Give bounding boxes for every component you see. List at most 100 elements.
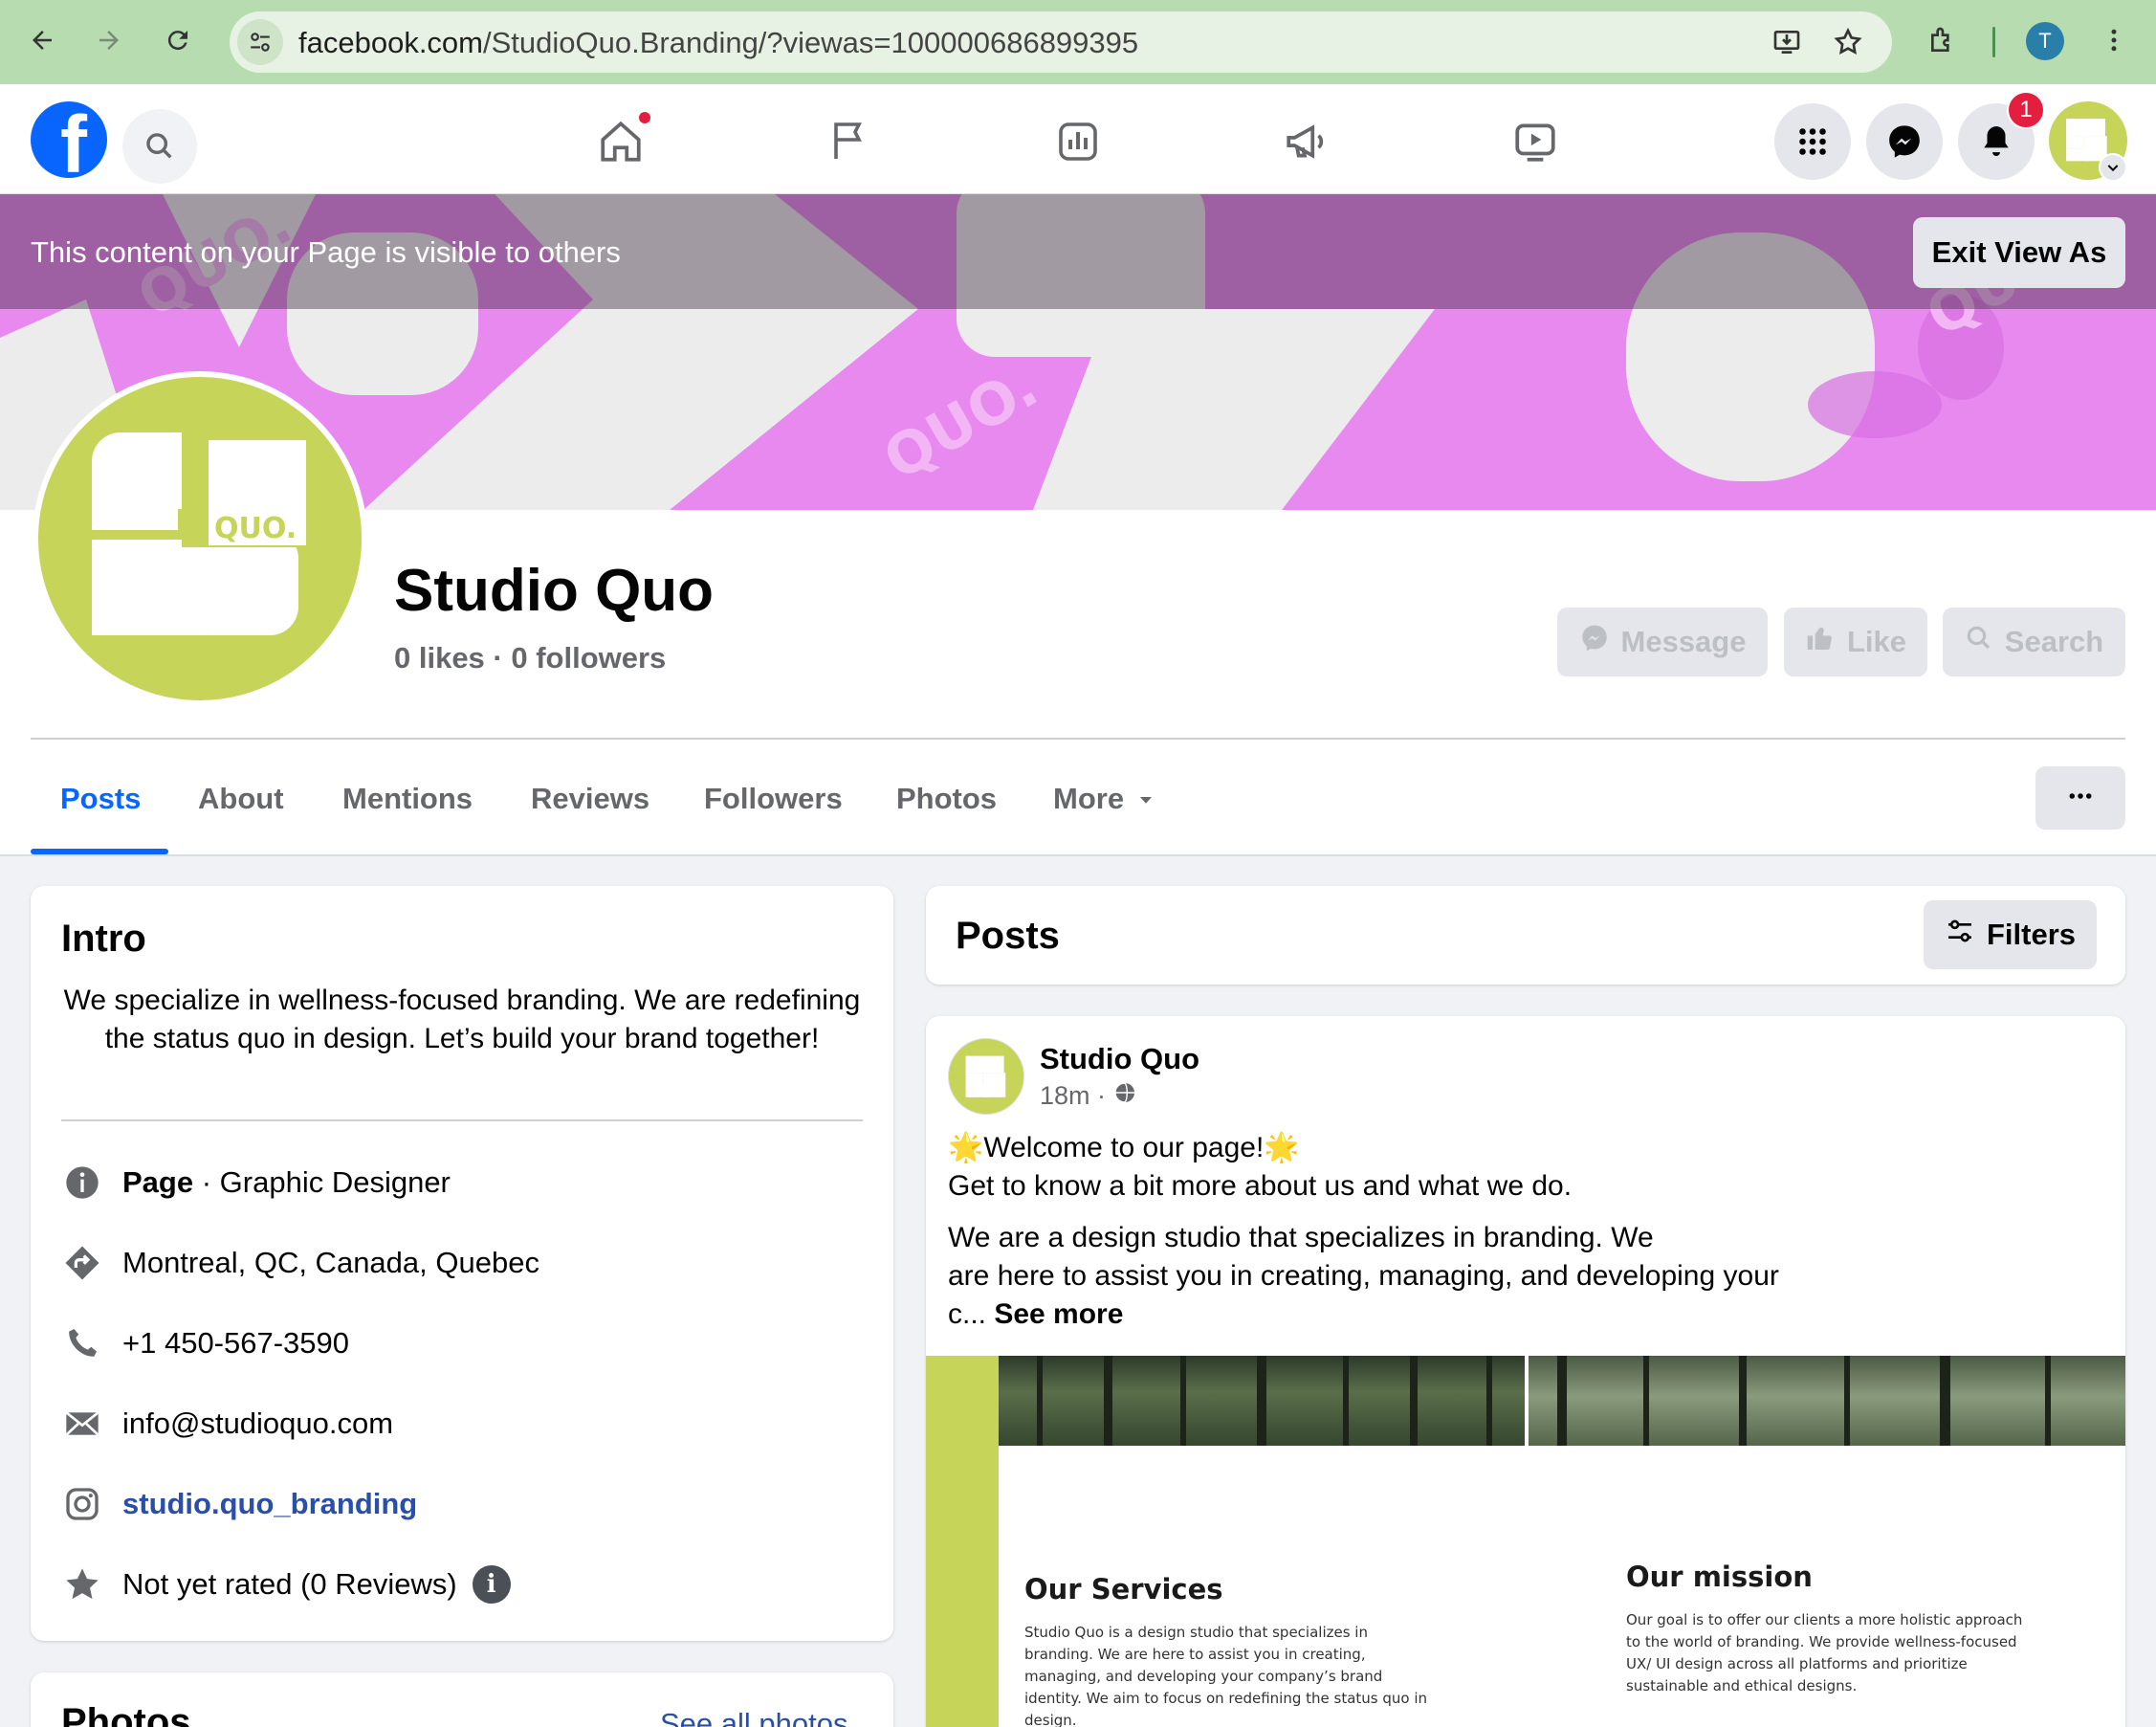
rating-info-icon[interactable]: i xyxy=(472,1565,511,1604)
location-text[interactable]: Montreal, QC, Canada, Quebec xyxy=(122,1246,539,1280)
globe-icon xyxy=(1113,1081,1136,1111)
posts-header-card: Posts Filters xyxy=(926,886,2125,985)
likes-followers-count[interactable]: 0 likes · 0 followers xyxy=(394,641,666,675)
facebook-top-nav: f 1 xyxy=(0,84,2156,194)
post-image-brand-strip xyxy=(926,1356,999,1727)
see-more-link[interactable]: See more xyxy=(994,1298,1123,1330)
insights-chart-icon[interactable] xyxy=(1049,113,1107,170)
address-bar[interactable]: facebook.com/StudioQuo.Branding/?viewas=… xyxy=(230,11,1892,73)
profile-picture[interactable]: QUO. xyxy=(33,371,367,706)
intro-bio: We specialize in wellness-focused brandi… xyxy=(63,985,861,1054)
post-card: Studio Quo 18m · 🌟Welcome to our page!🌟 … xyxy=(926,1016,2125,1727)
message-button[interactable]: Message xyxy=(1557,608,1768,676)
post-body-b: are here to assist you in creating, mana… xyxy=(948,1260,1779,1292)
post-text: 🌟Welcome to our page!🌟 Get to know a bit… xyxy=(948,1129,2096,1334)
directions-icon xyxy=(61,1242,103,1284)
search-icon xyxy=(1965,624,1993,660)
caret-down-icon xyxy=(1137,782,1155,816)
account-menu-chevron-icon[interactable] xyxy=(2099,153,2127,182)
home-notification-dot xyxy=(637,110,652,125)
info-icon xyxy=(61,1162,103,1204)
site-settings-icon[interactable] xyxy=(237,19,283,65)
star-icon xyxy=(61,1563,103,1605)
facebook-logo-icon[interactable]: f xyxy=(31,101,107,178)
category-type: Page xyxy=(122,1165,194,1199)
browser-menu-icon[interactable] xyxy=(2089,15,2139,65)
page-title: Studio Quo xyxy=(394,558,715,624)
like-button-label: Like xyxy=(1846,625,1907,658)
megaphone-icon[interactable] xyxy=(1278,113,1335,170)
intro-instagram-row: studio.quo_branding xyxy=(61,1475,863,1533)
tab-reviews[interactable]: Reviews xyxy=(531,782,649,816)
view-as-message: This content on your Page is visible to … xyxy=(31,235,621,269)
search-page-button[interactable]: Search xyxy=(1943,608,2125,676)
filters-button[interactable]: Filters xyxy=(1924,900,2097,969)
phone-icon xyxy=(61,1322,103,1364)
forest-photo-left xyxy=(999,1356,1525,1446)
mission-body: Our goal is to offer our clients a more … xyxy=(1626,1611,2023,1694)
intro-phone-row: +1 450-567-3590 xyxy=(61,1315,863,1372)
header-bottom-border xyxy=(0,854,2156,856)
search-button-label: Search xyxy=(2004,625,2104,658)
forest-photo-right xyxy=(1529,1356,2125,1446)
browser-profile-avatar[interactable]: T xyxy=(2026,22,2064,60)
intro-title: Intro xyxy=(61,918,146,960)
extensions-icon[interactable] xyxy=(1918,15,1968,65)
install-app-icon[interactable] xyxy=(1766,21,1808,63)
photos-card: Photos See all photos xyxy=(31,1672,893,1727)
intro-category-row: Page · Graphic Designer xyxy=(61,1154,863,1211)
tab-about[interactable]: About xyxy=(198,782,284,816)
see-all-photos-link[interactable]: See all photos xyxy=(660,1707,847,1727)
intro-rating-row: Not yet rated (0 Reviews) i xyxy=(61,1556,863,1613)
instagram-link[interactable]: studio.quo_branding xyxy=(122,1487,417,1521)
posts-title: Posts xyxy=(956,915,1060,957)
post-author-name[interactable]: Studio Quo xyxy=(1040,1042,1199,1076)
messenger-icon xyxy=(1579,623,1610,661)
post-body-a: We are a design studio that specializes … xyxy=(948,1222,1654,1253)
browser-toolbar: facebook.com/StudioQuo.Branding/?viewas=… xyxy=(0,0,2156,84)
post-body-c: c... xyxy=(948,1298,995,1330)
reload-icon[interactable] xyxy=(153,15,203,65)
message-button-label: Message xyxy=(1620,625,1747,658)
url-text: facebook.com/StudioQuo.Branding/?viewas=… xyxy=(298,26,1139,59)
video-icon[interactable] xyxy=(1507,113,1564,170)
tab-posts[interactable]: Posts xyxy=(60,782,141,816)
category-name: · Graphic Designer xyxy=(193,1165,451,1199)
messenger-icon[interactable] xyxy=(1866,103,1943,180)
instagram-icon xyxy=(61,1483,103,1525)
exit-view-as-button[interactable]: Exit View As xyxy=(1913,217,2125,288)
tab-more[interactable]: More xyxy=(1053,782,1155,816)
photos-title: Photos xyxy=(61,1701,191,1727)
post-line-1: 🌟Welcome to our page!🌟 xyxy=(948,1132,1300,1163)
post-line-2: Get to know a bit more about us and what… xyxy=(948,1170,1573,1202)
phone-text[interactable]: +1 450-567-3590 xyxy=(122,1326,349,1361)
mission-heading: Our mission xyxy=(1626,1561,1813,1593)
intro-divider xyxy=(61,1119,863,1121)
email-icon xyxy=(61,1403,103,1445)
intro-card: Intro We specialize in wellness-focused … xyxy=(31,886,893,1641)
more-options-icon xyxy=(2066,782,2095,815)
tab-photos[interactable]: Photos xyxy=(896,782,997,816)
like-button[interactable]: Like xyxy=(1784,608,1927,676)
forward-icon[interactable] xyxy=(84,15,134,65)
bookmark-star-icon[interactable] xyxy=(1827,21,1869,63)
post-time-text[interactable]: 18m · xyxy=(1040,1081,1106,1111)
email-text[interactable]: info@studioquo.com xyxy=(122,1406,393,1441)
filters-sliders-icon xyxy=(1945,916,1975,954)
more-options-button[interactable] xyxy=(2035,766,2125,830)
thumbs-up-icon xyxy=(1805,623,1836,661)
tab-followers[interactable]: Followers xyxy=(704,782,843,816)
notification-count-badge: 1 xyxy=(2007,91,2045,129)
menu-grid-icon[interactable] xyxy=(1774,103,1851,180)
header-divider xyxy=(31,738,2125,740)
tab-mentions[interactable]: Mentions xyxy=(342,782,473,816)
pages-flag-icon[interactable] xyxy=(821,113,878,170)
search-icon[interactable] xyxy=(122,109,197,184)
tab-more-label: More xyxy=(1053,782,1125,815)
back-icon[interactable] xyxy=(17,15,67,65)
post-image[interactable]: Our Services Studio Quo is a design stud… xyxy=(926,1356,2125,1727)
services-body: Studio Quo is a design studio that speci… xyxy=(1024,1624,1428,1727)
post-author-avatar[interactable] xyxy=(948,1038,1024,1115)
intro-email-row: info@studioquo.com xyxy=(61,1395,863,1452)
svg-text:QUO.: QUO. xyxy=(214,512,297,545)
